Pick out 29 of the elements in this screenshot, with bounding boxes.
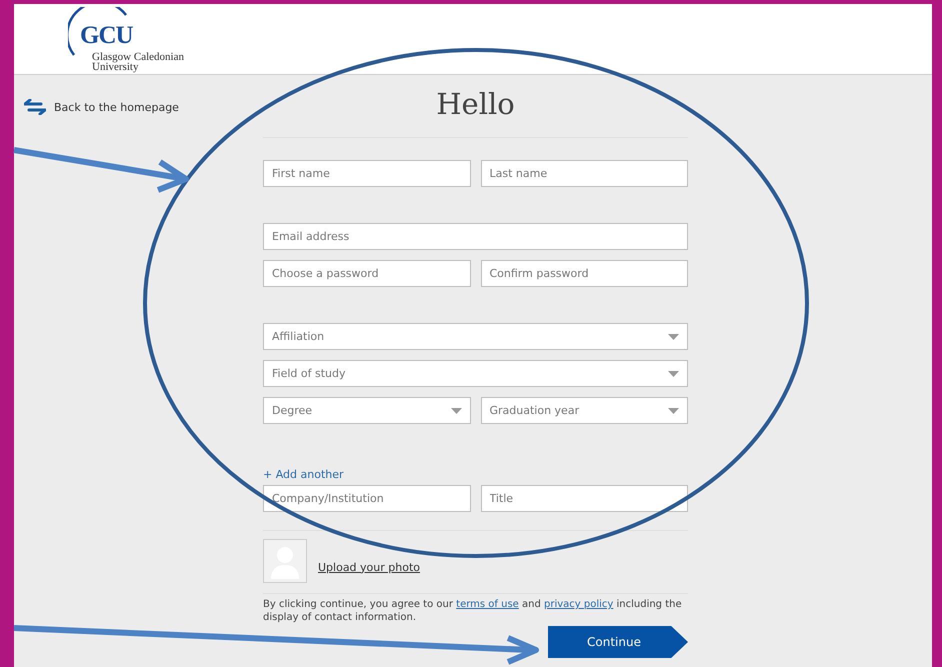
back-link-label[interactable]: Back to the homepage bbox=[54, 100, 179, 114]
dropdown-field[interactable]: Field of study bbox=[263, 360, 688, 387]
input-field[interactable]: Title bbox=[480, 485, 688, 512]
page-heading: Hello bbox=[435, 87, 516, 123]
swap-arrows-icon bbox=[24, 99, 46, 115]
input-field[interactable]: Company/Institution bbox=[263, 485, 470, 512]
dropdown-field[interactable]: Affiliation bbox=[263, 323, 688, 350]
caret-icon bbox=[668, 370, 679, 376]
continue-button[interactable]: Continue bbox=[548, 626, 688, 658]
upload-photo-link[interactable]: Upload your photo bbox=[318, 560, 420, 574]
terms-text: By clicking continue, you agree to our terms of use and privacy policy including the display of contact information. bbox=[263, 598, 683, 624]
dropdown-field[interactable]: Graduation year bbox=[480, 397, 688, 424]
terms-link[interactable]: terms of use bbox=[456, 599, 519, 610]
avatar-placeholder-icon bbox=[263, 539, 307, 583]
caret-icon bbox=[450, 408, 462, 414]
logo-mark: GCU bbox=[80, 22, 133, 50]
caret-icon bbox=[668, 408, 679, 414]
back-link[interactable]: Back to the homepage bbox=[24, 99, 263, 115]
privacy-link[interactable]: privacy policy bbox=[544, 599, 614, 610]
input-field[interactable]: Last name bbox=[480, 160, 688, 187]
input-field[interactable]: Confirm password bbox=[480, 260, 688, 287]
logo-name: Glasgow Caledonian bbox=[92, 51, 184, 63]
input-field[interactable]: First name bbox=[263, 160, 470, 187]
input-field[interactable]: Choose a password bbox=[263, 260, 470, 287]
logo-name: University bbox=[92, 61, 138, 73]
input-field[interactable]: Email address bbox=[263, 223, 688, 250]
caret-icon bbox=[668, 334, 679, 340]
add-another-link[interactable]: + Add another bbox=[263, 468, 688, 481]
dropdown-field[interactable]: Degree bbox=[263, 397, 470, 424]
